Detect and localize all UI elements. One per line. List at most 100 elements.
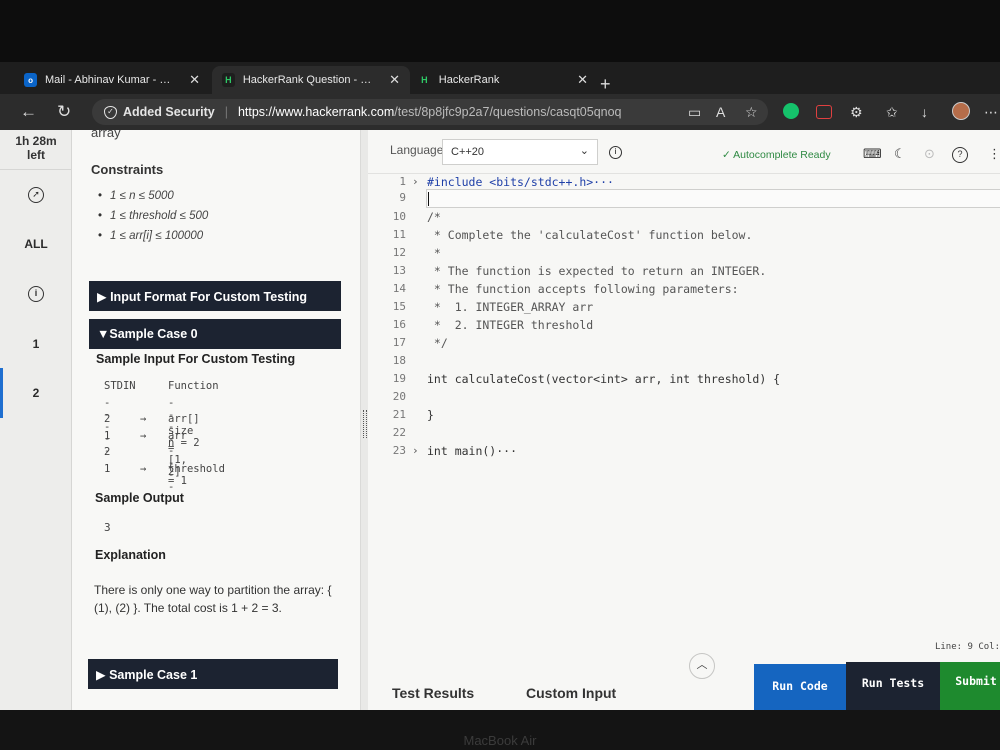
code-line: 12 * — [392, 246, 441, 260]
help-button[interactable]: ? — [952, 145, 968, 163]
keyboard-icon[interactable]: ⌨ — [863, 146, 882, 162]
code-line: 14 * The function accepts following para… — [392, 282, 739, 296]
info-icon[interactable]: i — [609, 146, 622, 159]
code-line: 22 — [392, 426, 406, 439]
rail-question-1[interactable]: 1 — [0, 337, 72, 351]
constraints-heading: Constraints — [91, 162, 164, 177]
code-line: 10/* — [392, 210, 441, 224]
favorites-icon[interactable]: ✩ — [886, 104, 898, 121]
back-arrow-icon[interactable]: ← — [20, 102, 37, 122]
compass-button[interactable]: ➚ — [0, 186, 72, 203]
explanation-text: There is only one way to partition the a… — [94, 583, 332, 615]
code-line: 19 int calculateCost(vector<int> arr, int… — [392, 372, 781, 386]
sample-output-heading: Sample Output — [95, 491, 184, 505]
code-line: 18 — [392, 354, 406, 367]
autocomplete-label: Autocomplete Ready — [733, 149, 831, 161]
history-icon[interactable]: ⊙ — [924, 146, 935, 162]
code-editor-panel: Language C++20 ⌄ i ✓ Autocomplete Ready … — [368, 130, 1000, 710]
tab-label: HackerRank Question - Calcula — [242, 74, 375, 86]
info-button[interactable]: i — [0, 285, 72, 302]
favorite-star-icon[interactable]: ☆ — [745, 104, 758, 121]
code-line: 20 — [392, 390, 406, 403]
language-select[interactable]: C++20 ⌄ — [442, 139, 598, 165]
screen-bezel-top — [0, 0, 1000, 62]
info-icon: i — [28, 286, 44, 302]
url-field[interactable]: ✓ Added Security | https://www.hackerran… — [92, 99, 768, 125]
tab-outlook[interactable]: o Mail - Abhinav Kumar - Outloo ✕ — [14, 66, 210, 94]
sample-output-value: 3 — [104, 521, 111, 534]
splitter-grip-handle[interactable] — [363, 410, 367, 438]
editor-toolbar: Language C++20 ⌄ i ✓ Autocomplete Ready … — [368, 130, 1000, 174]
cursor-position: Line: 9 Col: — [934, 642, 1000, 652]
close-tab-icon[interactable]: ✕ — [189, 72, 200, 88]
code-line: 21} — [392, 408, 434, 422]
puzzle-icon[interactable]: ⚙ — [850, 104, 863, 121]
new-tab-button[interactable]: + — [600, 74, 611, 95]
code-line: 15 * 1. INTEGER_ARRAY arr — [392, 300, 594, 314]
browser-tab-strip: o Mail - Abhinav Kumar - Outloo ✕ H Hack… — [0, 62, 1000, 94]
fold-chevron-icon[interactable]: › — [412, 444, 419, 457]
url-divider: | — [224, 105, 228, 119]
more-menu-icon[interactable]: ⋯ — [984, 104, 998, 121]
code-line: 17 */ — [392, 336, 448, 350]
address-bar: ← ↻ ✓ Added Security | https://www.hacke… — [0, 94, 1000, 130]
hackerrank-page: 1h 28m left ➚ ALL i 1 2 array Constraint… — [0, 130, 1000, 710]
help-icon: ? — [952, 147, 968, 163]
chevron-up-icon[interactable]: ︿ — [689, 653, 715, 679]
code-line: 23 › int main()··· — [392, 444, 518, 458]
reload-icon[interactable]: ↻ — [57, 102, 71, 122]
sample-input-heading: Sample Input For Custom Testing — [96, 352, 296, 366]
timer-value: 1h 28m — [15, 134, 57, 148]
time-remaining: 1h 28m left — [0, 130, 72, 170]
language-value: C++20 — [451, 146, 485, 158]
tab-label: HackerRank — [438, 74, 500, 86]
dark-mode-moon-icon[interactable]: ☾ — [894, 146, 906, 162]
rail-all-questions[interactable]: ALL — [0, 237, 72, 251]
problem-panel: array Constraints 1 ≤ n ≤ 5000 1 ≤ thres… — [72, 130, 360, 710]
code-line: 16 * 2. INTEGER threshold — [392, 318, 594, 332]
url-host: https://www.hackerrank.com — [237, 105, 395, 119]
video-icon[interactable]: ▭ — [688, 104, 701, 121]
tab-custom-input[interactable]: Custom Input — [526, 685, 616, 701]
code-line: 11 * Complete the 'calculateCost' functi… — [392, 228, 753, 242]
language-label: Language — [390, 143, 444, 157]
sample-case-1-accordion[interactable]: ▶ Sample Case 1 — [88, 659, 338, 689]
read-aloud-icon[interactable]: A — [716, 104, 725, 120]
input-format-accordion[interactable]: ▶ Input Format For Custom Testing — [89, 281, 341, 311]
constraint-item: 1 ≤ threshold ≤ 500 — [98, 210, 208, 230]
run-tests-button[interactable]: Run Tests — [846, 662, 940, 710]
close-tab-icon[interactable]: ✕ — [577, 72, 588, 88]
close-tab-icon[interactable]: ✕ — [389, 72, 400, 88]
tab-hackerrank-question[interactable]: H HackerRank Question - Calcula ✕ — [212, 66, 410, 94]
constraint-item: 1 ≤ n ≤ 5000 — [98, 190, 208, 210]
code-line: 13 * The function is expected to return … — [392, 264, 767, 278]
security-label: Added Security — [123, 105, 215, 119]
chevron-down-icon: ⌄ — [579, 145, 589, 157]
profile-avatar[interactable] — [952, 102, 970, 120]
question-rail: 1h 28m left ➚ ALL i 1 2 — [0, 130, 72, 710]
code-line: 9 — [399, 191, 406, 204]
compass-icon: ➚ — [28, 187, 44, 203]
autocomplete-status: ✓ Autocomplete Ready — [722, 149, 831, 161]
array-fragment: array — [91, 130, 121, 140]
sample-case-0-accordion[interactable]: ▼Sample Case 0 — [89, 319, 341, 349]
constraints-list: 1 ≤ n ≤ 5000 1 ≤ threshold ≤ 500 1 ≤ arr… — [98, 190, 208, 250]
grammarly-icon[interactable] — [783, 103, 799, 119]
outlook-icon: o — [24, 73, 38, 87]
rail-question-2[interactable]: 2 — [0, 386, 72, 400]
tab-hackerrank[interactable]: H HackerRank ✕ — [408, 66, 598, 94]
hackerrank-icon: H — [418, 73, 431, 87]
download-icon[interactable]: ↓ — [921, 104, 928, 120]
tab-test-results[interactable]: Test Results — [392, 685, 474, 701]
tab-label: Mail - Abhinav Kumar - Outloo — [45, 74, 175, 86]
hackerrank-icon: H — [222, 73, 235, 87]
more-options-icon[interactable]: ⋮ — [988, 146, 1000, 162]
shield-check-icon: ✓ — [104, 105, 117, 119]
extension-icon[interactable] — [816, 105, 832, 119]
constraint-item: 1 ≤ arr[i] ≤ 100000 — [98, 230, 208, 250]
url-path: /test/8p8jfc9p2a7/questions/casqt05qnoq — [394, 105, 622, 119]
run-code-button[interactable]: Run Code — [754, 664, 846, 710]
timer-suffix: left — [27, 148, 45, 162]
submit-button[interactable]: Submit — [940, 662, 1000, 710]
fold-chevron-icon[interactable]: › — [412, 175, 419, 188]
